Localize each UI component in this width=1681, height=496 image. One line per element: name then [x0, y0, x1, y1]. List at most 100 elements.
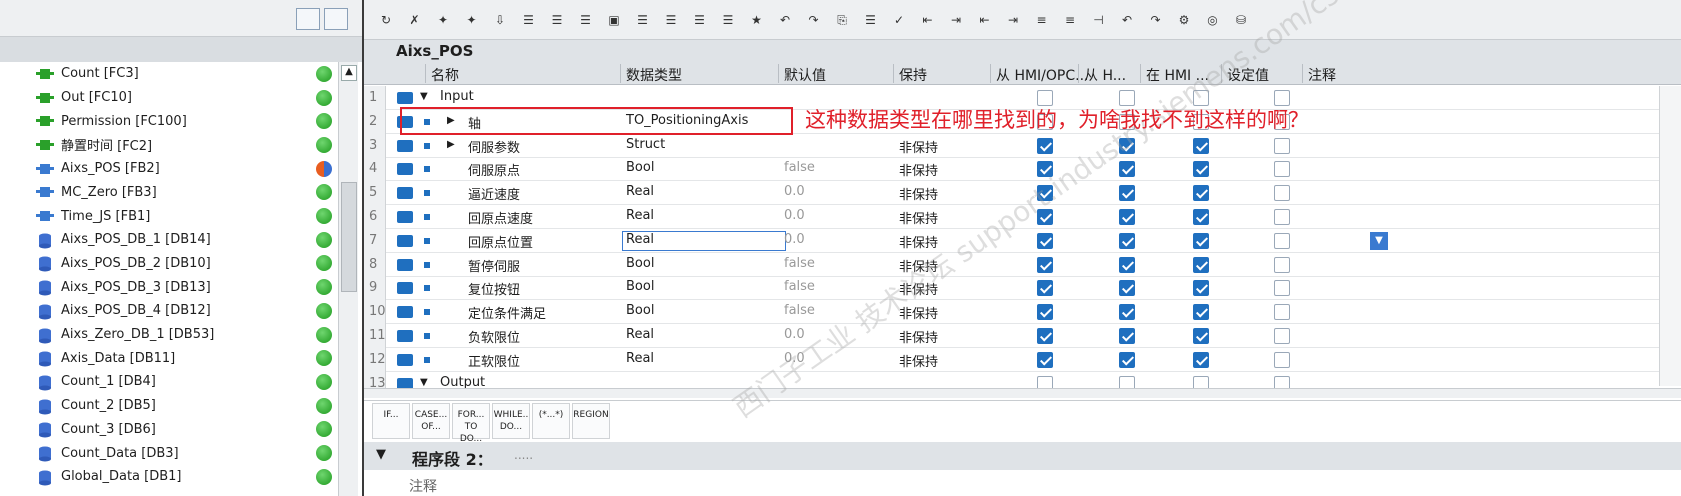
instruction-template-button[interactable]: REGION [572, 403, 610, 439]
toolbar-tool-icon[interactable]: ≡ [1060, 11, 1080, 29]
toolbar-tool-icon[interactable]: ☰ [718, 11, 738, 29]
writable-from-hmi-checkbox[interactable] [1119, 351, 1135, 368]
toolbar-tool-icon[interactable]: ⇤ [975, 11, 995, 29]
writable-from-hmi-checkbox[interactable] [1119, 328, 1135, 344]
table-row[interactable]: 8 暂停伺服 Bool false 非保持 [364, 252, 1681, 277]
column-separator[interactable] [425, 64, 426, 83]
toolbar-tool-icon[interactable]: ↶ [1117, 11, 1137, 29]
tree-item[interactable]: Global_Data [DB1] [0, 465, 337, 489]
param-type[interactable]: Struct [626, 137, 665, 152]
view-icon[interactable] [296, 8, 320, 30]
toolbar-tool-icon[interactable]: ✦ [433, 11, 453, 29]
column-separator[interactable] [1302, 64, 1303, 83]
param-default[interactable]: 0.0 [784, 184, 805, 199]
param-type[interactable]: Bool [626, 303, 654, 318]
column-separator[interactable] [1078, 64, 1079, 83]
param-name[interactable]: 暂停伺服 [468, 256, 520, 275]
editor-splitter[interactable] [364, 388, 1681, 398]
collapse-icon[interactable]: ▼ [420, 91, 428, 102]
toolbar-tool-icon[interactable]: ✗ [405, 11, 425, 29]
instruction-template-button[interactable]: CASE... OF... [412, 403, 450, 439]
accessible-from-hmi-checkbox[interactable] [1037, 256, 1053, 273]
param-default[interactable]: false [784, 256, 815, 271]
column-header[interactable]: 数据类型 [626, 65, 682, 85]
param-default[interactable]: 0.0 [784, 232, 805, 247]
column-separator[interactable] [893, 64, 894, 83]
accessible-from-hmi-checkbox[interactable] [1037, 232, 1053, 249]
table-row[interactable]: 9 复位按钮 Bool false 非保持 [364, 276, 1681, 301]
setpoint-checkbox[interactable] [1274, 304, 1290, 321]
toolbar-tool-icon[interactable]: ☰ [661, 11, 681, 29]
column-separator[interactable] [1140, 64, 1141, 83]
writable-from-hmi-checkbox[interactable] [1119, 209, 1135, 225]
setpoint-checkbox[interactable] [1274, 161, 1290, 178]
toolbar-tool-icon[interactable]: ⚙ [1174, 11, 1194, 29]
param-type[interactable]: Real [626, 351, 654, 366]
visible-in-hmi-checkbox[interactable] [1193, 137, 1209, 154]
param-name[interactable]: 伺服原点 [468, 160, 520, 179]
tree-item[interactable]: 静置时间 [FC2] [0, 133, 337, 157]
visible-in-hmi-checkbox[interactable] [1193, 304, 1209, 321]
toolbar-tool-icon[interactable]: ↶ [775, 11, 795, 29]
network-header[interactable]: ▼ 程序段 2： ..... [364, 442, 1681, 470]
scroll-up-icon[interactable]: ▲ [341, 65, 357, 81]
toolbar-tool-icon[interactable]: ⇥ [1003, 11, 1023, 29]
tree-item[interactable]: Time_JS [FB1] [0, 204, 337, 228]
toolbar-tool-icon[interactable]: ↷ [1146, 11, 1166, 29]
visible-in-hmi-checkbox[interactable] [1193, 232, 1209, 249]
tree-item[interactable]: Count_Data [DB3] [0, 441, 337, 465]
accessible-from-hmi-checkbox[interactable] [1037, 328, 1053, 344]
param-type[interactable]: Real [626, 232, 654, 247]
param-name[interactable]: 回原点速度 [468, 208, 533, 227]
column-header[interactable]: 名称 [431, 65, 459, 85]
tree-item[interactable]: Count_1 [DB4] [0, 370, 337, 394]
interface-scrollbar[interactable] [1659, 86, 1681, 386]
accessible-from-hmi-checkbox[interactable] [1037, 351, 1053, 368]
param-default[interactable]: false [784, 279, 815, 294]
visible-in-hmi-checkbox[interactable] [1193, 256, 1209, 273]
visible-in-hmi-checkbox[interactable] [1193, 328, 1209, 344]
param-retain[interactable]: 非保持 [899, 137, 938, 156]
column-header[interactable]: 保持 [899, 65, 927, 85]
table-row[interactable]: 4 伺服原点 Bool false 非保持 [364, 157, 1681, 182]
tree-item[interactable]: Out [FC10] [0, 86, 337, 110]
column-separator[interactable] [990, 64, 991, 83]
tree-item[interactable]: Aixs_POS_DB_4 [DB12] [0, 299, 337, 323]
toolbar-tool-icon[interactable]: ⊣ [1089, 11, 1109, 29]
tree-item[interactable]: Permission [FC100] [0, 109, 337, 133]
toolbar-tool-icon[interactable]: ☰ [861, 11, 881, 29]
setpoint-checkbox[interactable] [1274, 137, 1290, 154]
setpoint-checkbox[interactable] [1274, 185, 1290, 202]
collapse-icon[interactable]: ▼ [420, 377, 428, 388]
param-name[interactable]: 伺服参数 [468, 137, 520, 156]
param-default[interactable]: 0.0 [784, 208, 805, 223]
overview-icon[interactable] [324, 8, 348, 30]
tree-item[interactable]: Aixs_POS [FB2] [0, 157, 337, 181]
visible-in-hmi-checkbox[interactable] [1193, 209, 1209, 225]
toolbar-tool-icon[interactable]: ▣ [604, 11, 624, 29]
table-row[interactable]: 10 定位条件满足 Bool false 非保持 [364, 300, 1681, 325]
tree-item[interactable]: Aixs_Zero_DB_1 [DB53] [0, 323, 337, 347]
param-type[interactable]: Real [626, 327, 654, 342]
instruction-template-button[interactable]: FOR... TO DO... [452, 403, 490, 444]
visible-in-hmi-checkbox[interactable] [1193, 280, 1209, 297]
toolbar-tool-icon[interactable]: ☰ [519, 11, 539, 29]
param-name[interactable]: 逼近速度 [468, 184, 520, 203]
param-retain[interactable]: 非保持 [899, 184, 938, 203]
expand-icon[interactable]: ▶ [447, 139, 455, 150]
toolbar-tool-icon[interactable]: ☰ [690, 11, 710, 29]
scroll-thumb[interactable] [341, 182, 357, 292]
tree-item[interactable]: Count [FC3] [0, 62, 337, 86]
accessible-from-hmi-checkbox[interactable] [1037, 137, 1053, 154]
retain-dropdown-icon[interactable]: ▼ [1370, 231, 1388, 250]
toolbar-tool-icon[interactable]: ☰ [547, 11, 567, 29]
param-name[interactable]: 正软限位 [468, 351, 520, 370]
toolbar-tool-icon[interactable]: ≡ [1032, 11, 1052, 29]
toolbar-tool-icon[interactable]: ★ [747, 11, 767, 29]
setpoint-checkbox[interactable] [1274, 209, 1290, 225]
toolbar-tool-icon[interactable]: ☰ [633, 11, 653, 29]
setpoint-checkbox[interactable] [1274, 328, 1290, 344]
param-name[interactable]: 定位条件满足 [468, 303, 546, 322]
toolbar-tool-icon[interactable]: ⇤ [918, 11, 938, 29]
instruction-template-button[interactable]: (*...*) [532, 403, 570, 439]
